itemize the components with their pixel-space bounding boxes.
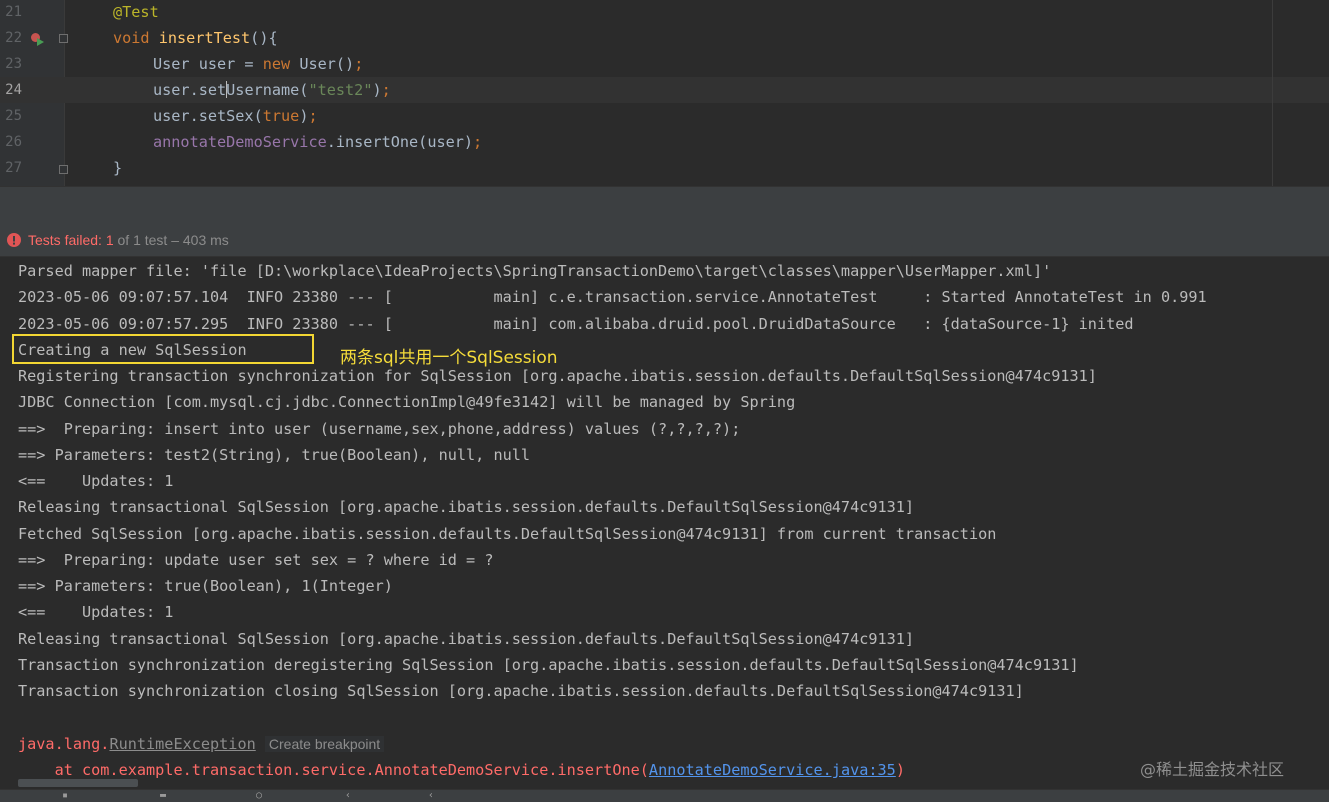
annotation-note: 两条sql共用一个SqlSession — [340, 348, 558, 368]
tests-summary: of 1 test – 403 ms — [113, 232, 229, 248]
console-line: Parsed mapper file: 'file [D:\workplace\… — [18, 262, 1052, 280]
error-icon — [7, 233, 21, 247]
code-line-21[interactable]: 21 @Test — [0, 0, 1329, 25]
console-line: Fetched SqlSession [org.apache.ibatis.se… — [18, 525, 997, 543]
console-line: ==> Parameters: test2(String), true(Bool… — [18, 446, 531, 464]
exception-class-link[interactable]: RuntimeException — [109, 735, 255, 753]
code-line-24[interactable]: 24 user.setUsername("test2"); — [0, 77, 1329, 103]
code-line-27[interactable]: 27 } — [0, 155, 1329, 181]
console-line: ==> Preparing: update user set sex = ? w… — [18, 551, 494, 569]
console-line: 2023-05-06 09:07:57.104 INFO 23380 --- [… — [18, 288, 1207, 306]
code-text: user.setSex(true); — [153, 107, 318, 125]
toolbar-icon[interactable]: ‹ — [345, 791, 357, 801]
console-line: JDBC Connection [com.mysql.cj.jdbc.Conne… — [18, 393, 796, 411]
line-number: 21 — [5, 4, 22, 20]
code-line-22[interactable]: 22 void insertTest(){ — [0, 25, 1329, 51]
line-number: 25 — [5, 108, 22, 124]
tests-failed-label: Tests failed: — [28, 232, 106, 248]
toolbar-icon[interactable]: ▬ — [160, 791, 172, 801]
code-text: annotateDemoService.insertOne(user); — [153, 133, 483, 151]
fold-icon[interactable] — [59, 165, 68, 174]
stack-trace-line: at com.example.transaction.service.Annot… — [18, 761, 905, 779]
source-file-link[interactable]: AnnotateDemoService.java:35 — [649, 761, 896, 779]
code-text: void insertTest(){ — [113, 29, 278, 47]
line-number: 24 — [5, 82, 22, 98]
console-line: Releasing transactional SqlSession [org.… — [18, 498, 915, 516]
console-line: ==> Parameters: true(Boolean), 1(Integer… — [18, 577, 393, 595]
code-line-26[interactable]: 26 annotateDemoService.insertOne(user); — [0, 129, 1329, 155]
test-status-bar: Tests failed: 1 of 1 test – 403 ms — [0, 224, 1329, 257]
console-line: <== Updates: 1 — [18, 603, 174, 621]
line-number: 23 — [5, 56, 22, 72]
code-text: @Test — [113, 3, 159, 21]
code-editor[interactable]: 21 @Test 22 void insertTest(){ 23 User u… — [0, 0, 1329, 186]
console-line: ==> Preparing: insert into user (usernam… — [18, 420, 741, 438]
line-number: 26 — [5, 134, 22, 150]
watermark: @稀土掘金技术社区 — [1140, 760, 1285, 779]
console-line: <== Updates: 1 — [18, 472, 174, 490]
console-line: Transaction synchronization deregisterin… — [18, 656, 1079, 674]
toolbar-icon[interactable]: ‹ — [428, 791, 440, 801]
code-line-25[interactable]: 25 user.setSex(true); — [0, 103, 1329, 129]
toolbar-icon[interactable]: ▪ — [62, 791, 74, 801]
code-text: } — [113, 159, 123, 177]
toolbar-icon[interactable]: ○ — [256, 791, 268, 801]
exception-line: java.lang.RuntimeException Create breakp… — [18, 731, 385, 757]
create-breakpoint-hint[interactable]: Create breakpoint — [264, 736, 385, 752]
code-line-23[interactable]: 23 User user = new User(); — [0, 51, 1329, 77]
line-number: 22 — [5, 30, 22, 46]
bottom-toolbar: ▪ ▬ ○ ‹ ‹ — [0, 789, 1329, 802]
run-test-icon[interactable] — [29, 31, 45, 47]
test-status-text: Tests failed: 1 of 1 test – 403 ms — [28, 224, 229, 256]
highlight-box — [12, 334, 314, 364]
console-line: Releasing transactional SqlSession [org.… — [18, 630, 915, 648]
right-margin-guide — [1272, 0, 1273, 186]
tests-failed-count: 1 — [105, 232, 114, 248]
code-text: User user = new User(); — [153, 55, 364, 73]
horizontal-scrollbar[interactable] — [18, 779, 138, 787]
code-text: user.setUsername("test2"); — [153, 81, 391, 99]
console-line: Transaction synchronization closing SqlS… — [18, 682, 1024, 700]
fold-icon[interactable] — [59, 34, 68, 43]
line-number: 27 — [5, 160, 22, 176]
tool-window-splitter[interactable] — [0, 186, 1329, 225]
